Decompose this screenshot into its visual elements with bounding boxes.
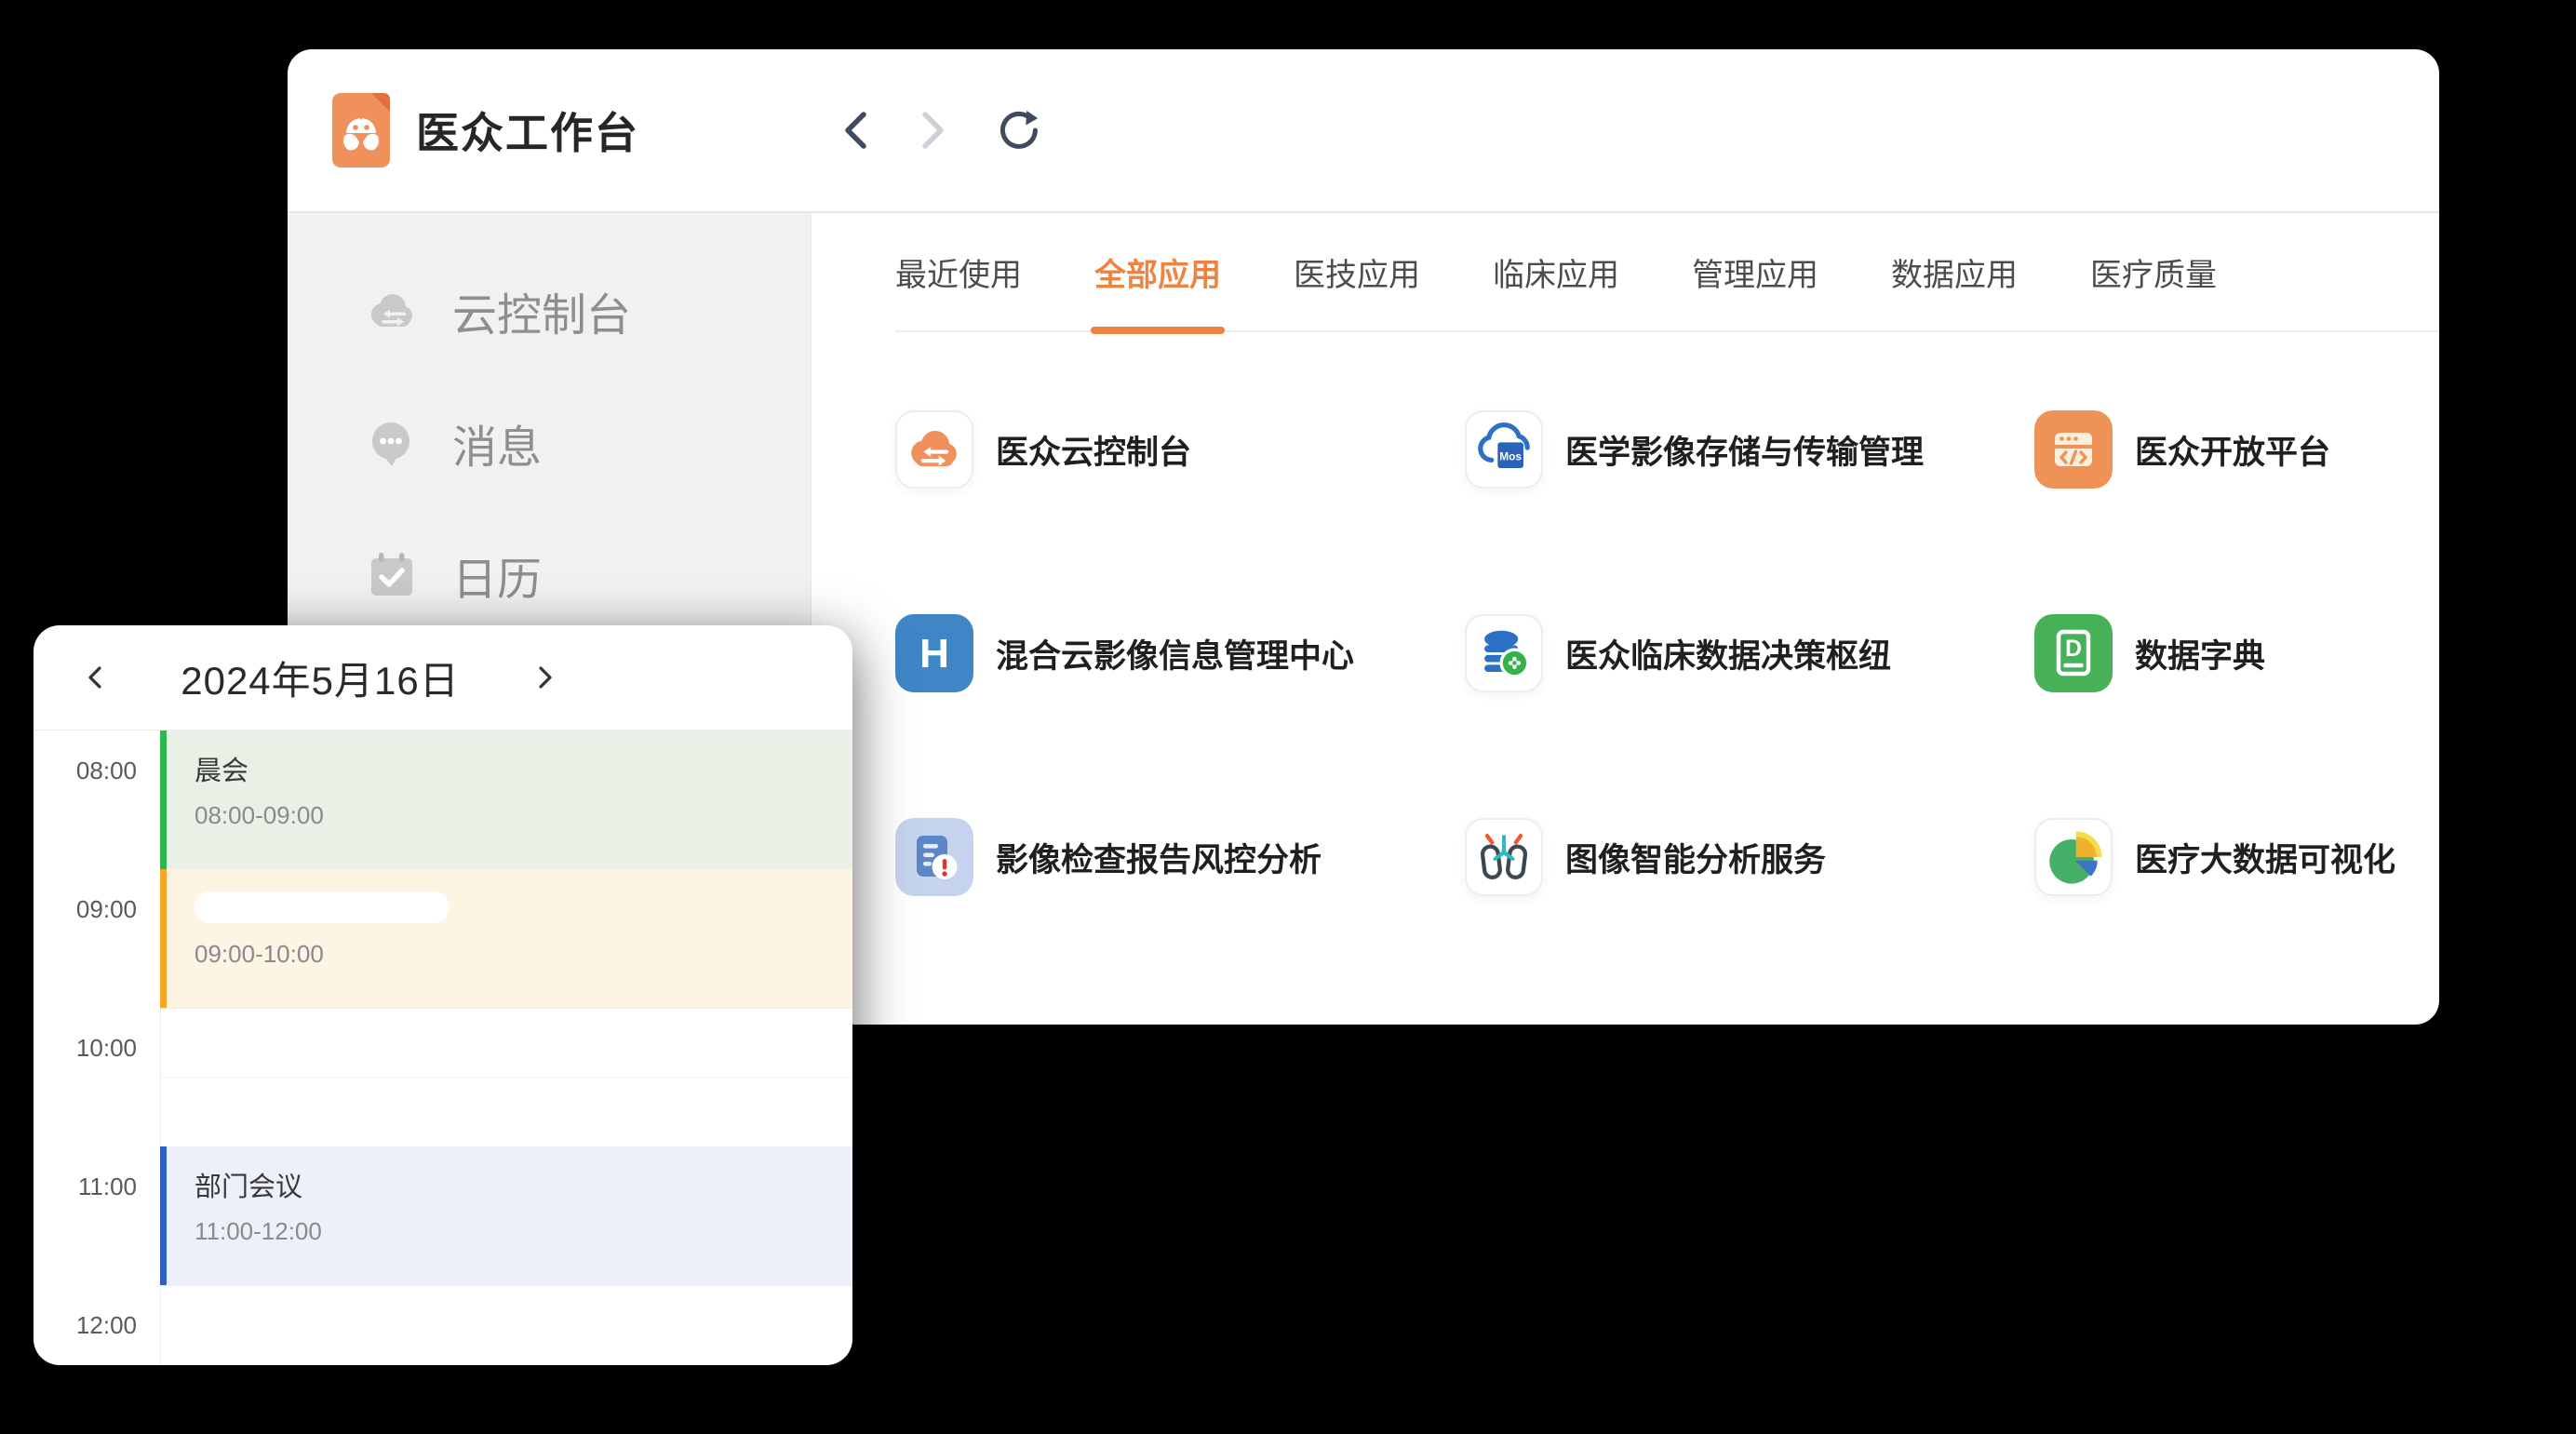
svg-text:D: D bbox=[2065, 636, 2082, 662]
lungs-analysis-icon bbox=[1465, 818, 1543, 896]
time-label: 10:00 bbox=[34, 1034, 137, 1063]
blue-cloud-mos-icon: Mos bbox=[1465, 410, 1543, 489]
calendar-event-department-meeting[interactable]: 部门会议 11:00-12:00 bbox=[160, 1146, 852, 1285]
tab-clinical-apps[interactable]: 临床应用 bbox=[1493, 213, 1619, 330]
app-label: 影像检查报告风控分析 bbox=[996, 834, 1322, 881]
report-warning-icon bbox=[895, 818, 973, 896]
tab-medical-quality[interactable]: 医疗质量 bbox=[2090, 213, 2217, 330]
window-header: 医众工作台 bbox=[288, 49, 2439, 213]
event-time: 08:00-09:00 bbox=[195, 801, 852, 830]
event-time: 11:00-12:00 bbox=[195, 1217, 852, 1246]
time-label: 09:00 bbox=[34, 895, 137, 924]
chevron-left-icon bbox=[83, 663, 107, 691]
green-dictionary-icon: D bbox=[2034, 614, 2113, 692]
blue-h-tile-icon: H bbox=[895, 614, 973, 692]
tab-management-apps[interactable]: 管理应用 bbox=[1692, 213, 1818, 330]
calendar-panel: 2024年5月16日 08:00 09:00 10:00 11:00 12:00… bbox=[34, 625, 852, 1365]
event-title: 晨会 bbox=[195, 749, 852, 788]
hour-gridline bbox=[161, 1285, 852, 1286]
time-label: 11:00 bbox=[34, 1173, 137, 1201]
app-label: 混合云影像信息管理中心 bbox=[996, 630, 1354, 677]
sidebar-item-label: 云控制台 bbox=[452, 278, 631, 343]
app-imaging-report-risk-analysis[interactable]: 影像检查报告风控分析 bbox=[895, 818, 1465, 896]
chevron-left-icon bbox=[840, 109, 872, 152]
sidebar-item-label: 日历 bbox=[452, 543, 542, 608]
app-data-dictionary[interactable]: D 数据字典 bbox=[2034, 614, 2439, 692]
nav-controls bbox=[835, 107, 1040, 154]
app-grid: 医众云控制台 Mos 医学影像存储与传输管理 bbox=[895, 410, 2439, 896]
pie-chart-icon bbox=[2034, 818, 2113, 896]
database-plus-icon bbox=[1465, 614, 1543, 692]
chat-bubble-icon bbox=[365, 416, 419, 470]
sidebar-item-messages[interactable]: 消息 bbox=[288, 377, 811, 509]
app-cloud-console[interactable]: 医众云控制台 bbox=[895, 410, 1465, 489]
tab-all-apps[interactable]: 全部应用 bbox=[1094, 213, 1221, 330]
calendar-event-redacted[interactable]: 09:00-10:00 bbox=[160, 869, 852, 1008]
app-image-ai-analysis[interactable]: 图像智能分析服务 bbox=[1465, 818, 2034, 896]
tab-data-apps[interactable]: 数据应用 bbox=[1891, 213, 2018, 330]
calendar-prev-day-button[interactable] bbox=[74, 657, 115, 698]
event-title-redacted bbox=[195, 891, 449, 923]
sidebar-item-label: 消息 bbox=[452, 410, 542, 476]
app-label: 医众临床数据决策枢纽 bbox=[1565, 630, 1891, 677]
svg-text:H: H bbox=[919, 631, 949, 677]
app-open-platform[interactable]: 医众开放平台 bbox=[2034, 410, 2439, 489]
refresh-icon bbox=[997, 107, 1040, 154]
calendar-day-grid: 08:00 09:00 10:00 11:00 12:00 晨会 08:00-0… bbox=[34, 730, 852, 1365]
app-label: 医疗大数据可视化 bbox=[2135, 834, 2395, 881]
refresh-button[interactable] bbox=[997, 107, 1040, 154]
orange-cloud-sliders-icon bbox=[895, 410, 973, 489]
app-label: 医众云控制台 bbox=[996, 426, 1191, 474]
apps-panel: 最近使用 全部应用 医技应用 临床应用 管理应用 数据应用 医疗质量 bbox=[812, 213, 2439, 1025]
app-label: 医众开放平台 bbox=[2135, 426, 2330, 474]
calendar-header: 2024年5月16日 bbox=[34, 625, 852, 730]
tab-medtech-apps[interactable]: 医技应用 bbox=[1294, 213, 1420, 330]
app-logo-icon bbox=[332, 93, 390, 168]
svg-text:Mos: Mos bbox=[1499, 449, 1522, 462]
event-title: 部门会议 bbox=[195, 1165, 852, 1204]
active-tab-underline bbox=[1091, 327, 1225, 334]
app-category-tabs: 最近使用 全部应用 医技应用 临床应用 管理应用 数据应用 医疗质量 bbox=[895, 213, 2439, 332]
tab-recently-used[interactable]: 最近使用 bbox=[895, 213, 1022, 330]
hour-gridline bbox=[161, 1008, 852, 1009]
sidebar-item-calendar[interactable]: 日历 bbox=[288, 509, 811, 641]
time-label: 12:00 bbox=[34, 1311, 137, 1340]
calendar-date-title: 2024年5月16日 bbox=[115, 650, 525, 706]
sidebar-item-cloud-console[interactable]: 云控制台 bbox=[288, 245, 811, 377]
calendar-next-day-button[interactable] bbox=[525, 657, 566, 698]
half-hour-gridline bbox=[161, 1077, 852, 1078]
app-hybrid-cloud-imaging-center[interactable]: H 混合云影像信息管理中心 bbox=[895, 614, 1465, 692]
app-label: 图像智能分析服务 bbox=[1565, 834, 1826, 881]
desktop-background: 医众工作台 bbox=[0, 0, 2576, 1434]
calendar-event-morning-meeting[interactable]: 晨会 08:00-09:00 bbox=[160, 730, 852, 869]
calendar-check-icon bbox=[365, 548, 419, 602]
back-button[interactable] bbox=[835, 107, 878, 154]
time-label: 08:00 bbox=[34, 757, 137, 785]
chevron-right-icon bbox=[533, 663, 557, 691]
window-title: 医众工作台 bbox=[416, 100, 639, 161]
app-imaging-storage-transfer[interactable]: Mos 医学影像存储与传输管理 bbox=[1465, 410, 2034, 489]
forward-button[interactable] bbox=[911, 107, 954, 154]
event-time: 09:00-10:00 bbox=[195, 940, 852, 969]
app-label: 数据字典 bbox=[2135, 630, 2265, 677]
app-label: 医学影像存储与传输管理 bbox=[1565, 426, 1924, 474]
app-clinical-data-hub[interactable]: 医众临床数据决策枢纽 bbox=[1465, 614, 2034, 692]
orange-code-window-icon bbox=[2034, 410, 2113, 489]
app-big-data-visualization[interactable]: 医疗大数据可视化 bbox=[2034, 818, 2439, 896]
chevron-right-icon bbox=[917, 109, 948, 152]
cloud-sliders-icon bbox=[365, 284, 419, 338]
